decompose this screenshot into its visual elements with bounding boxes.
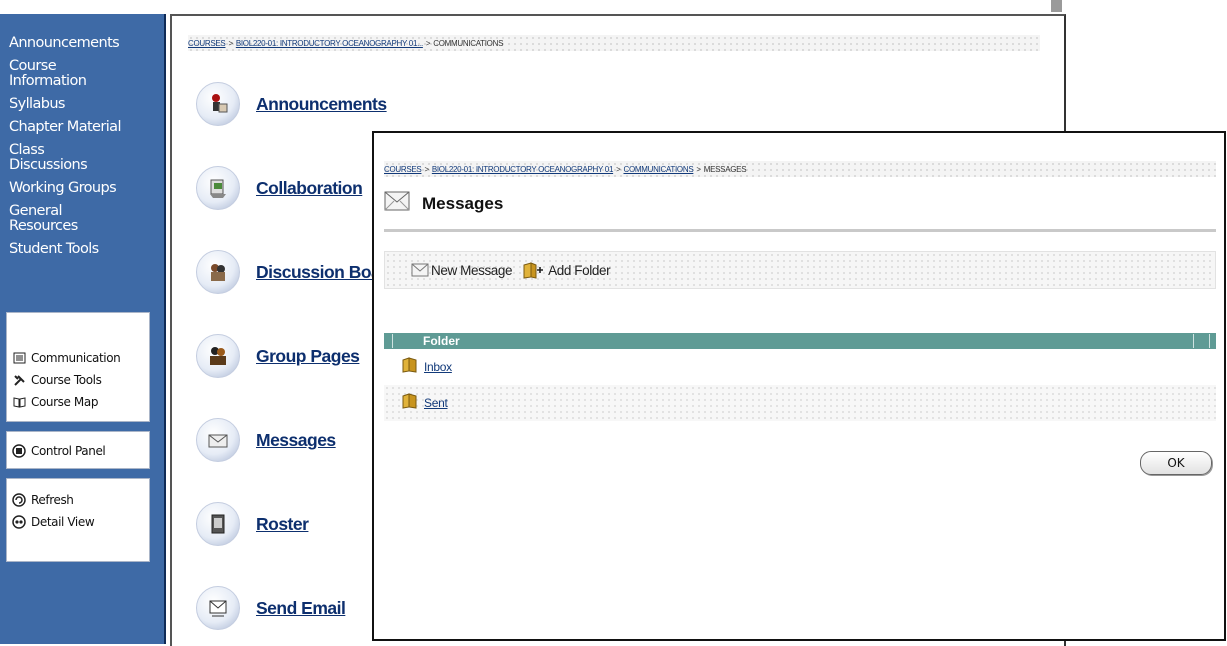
messages-breadcrumb: COURSES > BIOL220-01: INTRODUCTORY OCEAN… bbox=[384, 161, 1216, 177]
nav-student-tools[interactable]: Student Tools bbox=[9, 242, 164, 257]
window-scroll-tab[interactable] bbox=[1051, 0, 1062, 12]
folder-icon bbox=[402, 356, 418, 378]
page-title: Messages bbox=[422, 193, 504, 213]
messages-action-bar: New Message Add Folder bbox=[384, 251, 1216, 289]
group-pages-icon[interactable] bbox=[196, 334, 240, 378]
nav-syllabus[interactable]: Syllabus bbox=[9, 97, 164, 112]
column-separator bbox=[1209, 334, 1210, 348]
nav-class-discussions[interactable]: Class Discussions bbox=[9, 143, 164, 173]
announcements-row: Announcements bbox=[196, 82, 387, 126]
folder-icon bbox=[402, 392, 418, 414]
inbox-folder-link[interactable]: Inbox bbox=[424, 360, 452, 374]
send-email-icon[interactable] bbox=[196, 586, 240, 630]
discussion-board-icon[interactable] bbox=[196, 250, 240, 294]
table-row: Inbox bbox=[384, 349, 1216, 385]
collaboration-icon[interactable] bbox=[196, 166, 240, 210]
communication-icon bbox=[12, 351, 26, 365]
detail-view-tool[interactable]: Detail View bbox=[7, 511, 149, 533]
messages-dialog: COURSES > BIOL220-01: INTRODUCTORY OCEAN… bbox=[372, 131, 1226, 641]
communication-label: Communication bbox=[31, 351, 121, 365]
nav-general-resources[interactable]: General Resources bbox=[9, 204, 164, 234]
roster-link[interactable]: Roster bbox=[256, 514, 309, 535]
add-folder-label: Add Folder bbox=[548, 262, 611, 278]
course-sidebar: Announcements Course Information Syllabu… bbox=[0, 14, 166, 644]
breadcrumb-current: MESSAGES bbox=[703, 164, 747, 174]
course-map-label: Course Map bbox=[31, 395, 99, 409]
tools-icon bbox=[12, 373, 26, 387]
announcements-link[interactable]: Announcements bbox=[256, 94, 387, 115]
nav-chapter-material[interactable]: Chapter Material bbox=[9, 120, 164, 135]
breadcrumb-courses-link[interactable]: COURSES bbox=[188, 39, 226, 48]
breadcrumb-separator: > bbox=[228, 38, 233, 48]
breadcrumb-current: COMMUNICATIONS bbox=[433, 38, 504, 48]
breadcrumb-communications-link[interactable]: COMMUNICATIONS bbox=[623, 165, 693, 174]
breadcrumb-course-link[interactable]: BIOL220-01: INTRODUCTORY OCEANOGRAPHY 01 bbox=[432, 165, 614, 174]
breadcrumb-courses-link[interactable]: COURSES bbox=[384, 165, 422, 174]
add-folder-button[interactable]: Add Folder bbox=[522, 261, 611, 279]
refresh-label: Refresh bbox=[31, 493, 74, 507]
detail-view-icon bbox=[12, 515, 26, 529]
new-message-label: New Message bbox=[431, 262, 513, 278]
nav-course-information[interactable]: Course Information bbox=[9, 59, 164, 89]
control-panel-tool[interactable]: Control Panel bbox=[7, 440, 149, 462]
roster-icon[interactable] bbox=[196, 502, 240, 546]
group-pages-row: Group Pages bbox=[196, 334, 360, 378]
breadcrumb-separator: > bbox=[425, 38, 431, 48]
tools-panel: Communication Course Tools Course Map bbox=[6, 312, 150, 422]
detail-view-label: Detail View bbox=[31, 515, 95, 529]
folder-table: Folder Inbox Sent bbox=[384, 333, 1216, 421]
messages-row: Messages bbox=[196, 418, 336, 462]
send-email-link[interactable]: Send Email bbox=[256, 598, 346, 619]
nav-working-groups[interactable]: Working Groups bbox=[9, 181, 164, 196]
refresh-tool[interactable]: Refresh bbox=[7, 489, 149, 511]
map-icon bbox=[12, 395, 26, 409]
breadcrumb-separator: > bbox=[616, 164, 621, 174]
sent-folder-link[interactable]: Sent bbox=[424, 396, 448, 410]
new-message-icon bbox=[411, 263, 429, 277]
communication-tool[interactable]: Communication bbox=[7, 347, 149, 369]
messages-link[interactable]: Messages bbox=[256, 430, 336, 451]
collaboration-link[interactable]: Collaboration bbox=[256, 178, 363, 199]
course-tools-label: Course Tools bbox=[31, 373, 102, 387]
announcements-icon[interactable] bbox=[196, 82, 240, 126]
discussion-board-row: Discussion Board bbox=[196, 250, 397, 294]
roster-row: Roster bbox=[196, 502, 309, 546]
breadcrumb-separator: > bbox=[424, 164, 429, 174]
title-divider bbox=[384, 229, 1216, 232]
control-panel-icon bbox=[12, 444, 26, 458]
add-folder-icon bbox=[522, 261, 546, 279]
ok-button[interactable]: OK bbox=[1140, 451, 1212, 475]
send-email-row: Send Email bbox=[196, 586, 346, 630]
folder-column-header[interactable]: Folder bbox=[384, 333, 1216, 349]
breadcrumb-course-link[interactable]: BIOL220-01: INTRODUCTORY OCEANOGRAPHY 01… bbox=[236, 39, 423, 48]
table-row: Sent bbox=[384, 385, 1216, 421]
breadcrumb-separator: > bbox=[696, 164, 701, 174]
control-panel-box: Control Panel bbox=[6, 431, 150, 469]
refresh-icon bbox=[12, 493, 26, 507]
column-separator bbox=[392, 334, 393, 348]
group-pages-link[interactable]: Group Pages bbox=[256, 346, 360, 367]
course-tools-tool[interactable]: Course Tools bbox=[7, 369, 149, 391]
envelope-icon bbox=[384, 191, 410, 216]
new-message-button[interactable]: New Message bbox=[411, 262, 513, 278]
breadcrumb: COURSES > BIOL220-01: INTRODUCTORY OCEAN… bbox=[188, 35, 1040, 51]
course-map-tool[interactable]: Course Map bbox=[7, 391, 149, 413]
nav-announcements[interactable]: Announcements bbox=[9, 36, 164, 51]
control-panel-label: Control Panel bbox=[31, 444, 106, 458]
column-separator bbox=[1193, 334, 1194, 348]
view-options-box: Refresh Detail View bbox=[6, 478, 150, 562]
folder-header-label: Folder bbox=[423, 334, 460, 348]
collaboration-row: Collaboration bbox=[196, 166, 363, 210]
messages-icon[interactable] bbox=[196, 418, 240, 462]
course-nav-menu: Announcements Course Information Syllabu… bbox=[0, 14, 164, 257]
messages-heading: Messages bbox=[384, 191, 503, 216]
